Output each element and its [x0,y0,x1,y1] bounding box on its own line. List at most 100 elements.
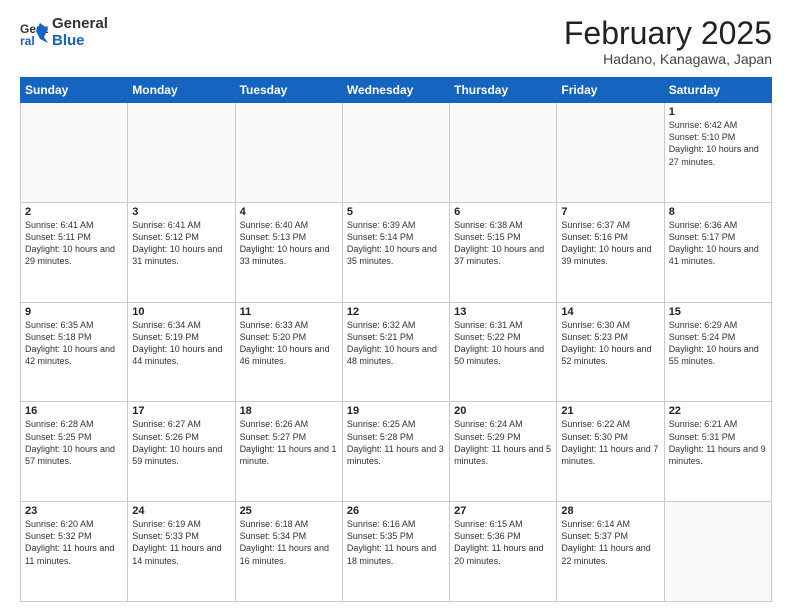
location: Hadano, Kanagawa, Japan [564,51,772,67]
day-number: 6 [454,206,552,218]
day-info: Sunrise: 6:26 AM Sunset: 5:27 PM Dayligh… [240,418,338,467]
day-number: 5 [347,206,445,218]
day-number: 20 [454,405,552,417]
calendar-table: SundayMondayTuesdayWednesdayThursdayFrid… [20,77,772,602]
weekday-header-sunday: Sunday [21,78,128,103]
day-info: Sunrise: 6:34 AM Sunset: 5:19 PM Dayligh… [132,319,230,368]
day-number: 25 [240,505,338,517]
calendar-cell [342,103,449,203]
calendar-cell: 23Sunrise: 6:20 AM Sunset: 5:32 PM Dayli… [21,502,128,602]
day-number: 27 [454,505,552,517]
svg-text:ral: ral [20,34,35,47]
calendar-cell [450,103,557,203]
calendar-cell: 14Sunrise: 6:30 AM Sunset: 5:23 PM Dayli… [557,302,664,402]
calendar-cell [21,103,128,203]
month-title: February 2025 [564,16,772,51]
calendar-cell: 17Sunrise: 6:27 AM Sunset: 5:26 PM Dayli… [128,402,235,502]
weekday-header-tuesday: Tuesday [235,78,342,103]
day-number: 10 [132,306,230,318]
day-info: Sunrise: 6:16 AM Sunset: 5:35 PM Dayligh… [347,518,445,567]
day-info: Sunrise: 6:21 AM Sunset: 5:31 PM Dayligh… [669,418,767,467]
calendar-week-0: 1Sunrise: 6:42 AM Sunset: 5:10 PM Daylig… [21,103,772,203]
calendar-cell: 10Sunrise: 6:34 AM Sunset: 5:19 PM Dayli… [128,302,235,402]
day-number: 28 [561,505,659,517]
weekday-header-thursday: Thursday [450,78,557,103]
day-info: Sunrise: 6:33 AM Sunset: 5:20 PM Dayligh… [240,319,338,368]
day-info: Sunrise: 6:19 AM Sunset: 5:33 PM Dayligh… [132,518,230,567]
day-info: Sunrise: 6:18 AM Sunset: 5:34 PM Dayligh… [240,518,338,567]
calendar-cell: 28Sunrise: 6:14 AM Sunset: 5:37 PM Dayli… [557,502,664,602]
weekday-header-saturday: Saturday [664,78,771,103]
calendar-cell: 8Sunrise: 6:36 AM Sunset: 5:17 PM Daylig… [664,202,771,302]
day-info: Sunrise: 6:36 AM Sunset: 5:17 PM Dayligh… [669,219,767,268]
day-number: 15 [669,306,767,318]
calendar-cell [664,502,771,602]
day-info: Sunrise: 6:39 AM Sunset: 5:14 PM Dayligh… [347,219,445,268]
calendar-cell: 3Sunrise: 6:41 AM Sunset: 5:12 PM Daylig… [128,202,235,302]
calendar-cell: 27Sunrise: 6:15 AM Sunset: 5:36 PM Dayli… [450,502,557,602]
logo-icon: Gene ral [20,19,48,47]
weekday-header-friday: Friday [557,78,664,103]
day-info: Sunrise: 6:24 AM Sunset: 5:29 PM Dayligh… [454,418,552,467]
day-info: Sunrise: 6:30 AM Sunset: 5:23 PM Dayligh… [561,319,659,368]
day-info: Sunrise: 6:28 AM Sunset: 5:25 PM Dayligh… [25,418,123,467]
day-number: 18 [240,405,338,417]
day-info: Sunrise: 6:25 AM Sunset: 5:28 PM Dayligh… [347,418,445,467]
day-number: 12 [347,306,445,318]
calendar-cell: 18Sunrise: 6:26 AM Sunset: 5:27 PM Dayli… [235,402,342,502]
day-number: 2 [25,206,123,218]
title-block: February 2025 Hadano, Kanagawa, Japan [564,16,772,67]
calendar-cell: 4Sunrise: 6:40 AM Sunset: 5:13 PM Daylig… [235,202,342,302]
day-number: 24 [132,505,230,517]
day-number: 8 [669,206,767,218]
logo-line2: Blue [52,33,108,50]
calendar-cell: 5Sunrise: 6:39 AM Sunset: 5:14 PM Daylig… [342,202,449,302]
day-info: Sunrise: 6:42 AM Sunset: 5:10 PM Dayligh… [669,119,767,168]
day-info: Sunrise: 6:15 AM Sunset: 5:36 PM Dayligh… [454,518,552,567]
day-info: Sunrise: 6:27 AM Sunset: 5:26 PM Dayligh… [132,418,230,467]
day-number: 9 [25,306,123,318]
calendar-cell: 1Sunrise: 6:42 AM Sunset: 5:10 PM Daylig… [664,103,771,203]
calendar-cell: 6Sunrise: 6:38 AM Sunset: 5:15 PM Daylig… [450,202,557,302]
calendar-cell: 21Sunrise: 6:22 AM Sunset: 5:30 PM Dayli… [557,402,664,502]
day-number: 7 [561,206,659,218]
calendar-cell: 13Sunrise: 6:31 AM Sunset: 5:22 PM Dayli… [450,302,557,402]
day-number: 21 [561,405,659,417]
logo-line1: General [52,16,108,33]
calendar-cell [128,103,235,203]
calendar-week-3: 16Sunrise: 6:28 AM Sunset: 5:25 PM Dayli… [21,402,772,502]
day-number: 4 [240,206,338,218]
calendar-cell: 2Sunrise: 6:41 AM Sunset: 5:11 PM Daylig… [21,202,128,302]
day-info: Sunrise: 6:38 AM Sunset: 5:15 PM Dayligh… [454,219,552,268]
calendar-cell: 24Sunrise: 6:19 AM Sunset: 5:33 PM Dayli… [128,502,235,602]
calendar-cell: 16Sunrise: 6:28 AM Sunset: 5:25 PM Dayli… [21,402,128,502]
day-info: Sunrise: 6:29 AM Sunset: 5:24 PM Dayligh… [669,319,767,368]
day-number: 26 [347,505,445,517]
weekday-header-monday: Monday [128,78,235,103]
day-info: Sunrise: 6:14 AM Sunset: 5:37 PM Dayligh… [561,518,659,567]
calendar-cell: 7Sunrise: 6:37 AM Sunset: 5:16 PM Daylig… [557,202,664,302]
day-number: 3 [132,206,230,218]
logo: Gene ral General Blue [20,16,108,49]
day-info: Sunrise: 6:31 AM Sunset: 5:22 PM Dayligh… [454,319,552,368]
calendar-week-1: 2Sunrise: 6:41 AM Sunset: 5:11 PM Daylig… [21,202,772,302]
day-info: Sunrise: 6:40 AM Sunset: 5:13 PM Dayligh… [240,219,338,268]
calendar-week-2: 9Sunrise: 6:35 AM Sunset: 5:18 PM Daylig… [21,302,772,402]
day-info: Sunrise: 6:22 AM Sunset: 5:30 PM Dayligh… [561,418,659,467]
day-number: 14 [561,306,659,318]
day-number: 17 [132,405,230,417]
day-info: Sunrise: 6:32 AM Sunset: 5:21 PM Dayligh… [347,319,445,368]
calendar-cell: 26Sunrise: 6:16 AM Sunset: 5:35 PM Dayli… [342,502,449,602]
day-number: 23 [25,505,123,517]
weekday-header-wednesday: Wednesday [342,78,449,103]
day-number: 1 [669,106,767,118]
day-info: Sunrise: 6:37 AM Sunset: 5:16 PM Dayligh… [561,219,659,268]
calendar-cell [235,103,342,203]
day-number: 22 [669,405,767,417]
page-header: Gene ral General Blue February 2025 Hada… [20,16,772,67]
calendar-cell: 15Sunrise: 6:29 AM Sunset: 5:24 PM Dayli… [664,302,771,402]
day-info: Sunrise: 6:41 AM Sunset: 5:11 PM Dayligh… [25,219,123,268]
calendar-cell [557,103,664,203]
day-number: 11 [240,306,338,318]
day-number: 13 [454,306,552,318]
